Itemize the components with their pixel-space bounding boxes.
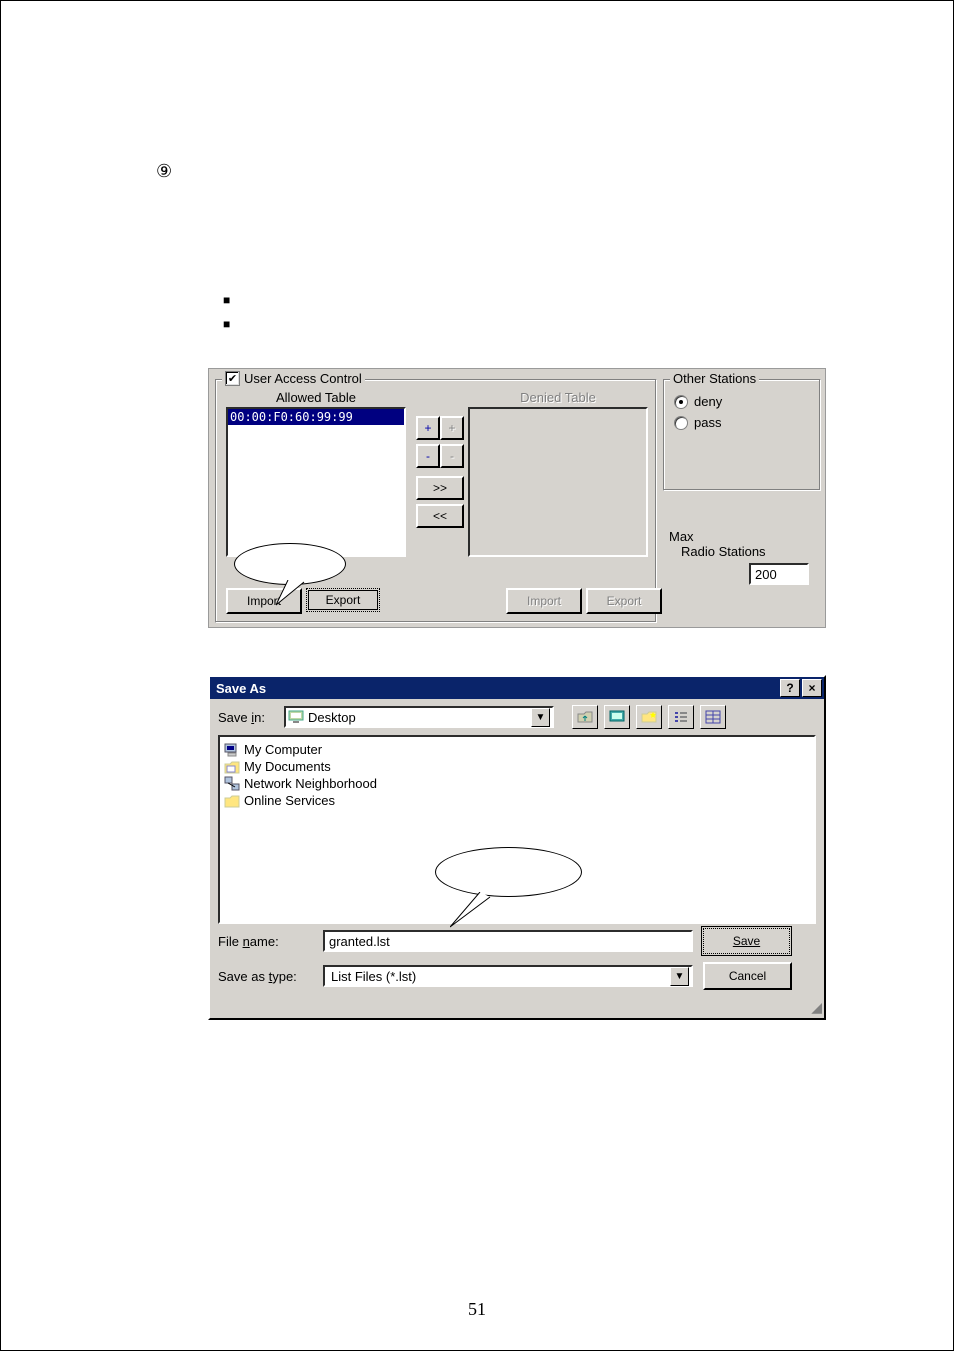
file-item-label: My Computer xyxy=(244,742,322,757)
desktop-icon xyxy=(288,709,304,725)
radio-deny-label: deny xyxy=(694,394,722,409)
filetype-label: Save as type: xyxy=(218,969,313,984)
add-denied-button: + xyxy=(440,416,464,440)
dropdown-arrow-icon[interactable]: ▼ xyxy=(670,967,689,986)
file-item-label: My Documents xyxy=(244,759,331,774)
file-item-online-services[interactable]: Online Services xyxy=(224,792,810,809)
file-item-network[interactable]: Network Neighborhood xyxy=(224,775,810,792)
remove-allowed-button[interactable]: - xyxy=(416,444,440,468)
file-item-my-documents[interactable]: My Documents xyxy=(224,758,810,775)
uac-checkbox[interactable]: ✔ xyxy=(225,371,240,386)
file-item-label: Online Services xyxy=(244,793,335,808)
file-list-area[interactable]: My Computer My Documents Network Neighbo… xyxy=(218,735,816,924)
dropdown-arrow-icon[interactable]: ▼ xyxy=(531,708,550,727)
uac-group-label: ✔ User Access Control xyxy=(222,371,365,386)
max-label2: Radio Stations xyxy=(669,544,819,559)
section-marker: ⑨ xyxy=(156,161,172,182)
bullet-item xyxy=(223,288,240,312)
uac-title: User Access Control xyxy=(244,371,362,386)
callout-tail xyxy=(276,580,316,610)
filename-input[interactable] xyxy=(323,930,693,952)
computer-icon xyxy=(224,742,240,758)
new-folder-icon[interactable] xyxy=(636,705,662,729)
resize-grip-icon[interactable]: ◢ xyxy=(811,999,822,1016)
remove-denied-button: - xyxy=(440,444,464,468)
callout-bubble xyxy=(435,847,582,897)
move-left-button[interactable]: << xyxy=(416,504,464,528)
folder-icon xyxy=(224,793,240,809)
up-folder-icon[interactable] xyxy=(572,705,598,729)
radio-pass[interactable]: pass xyxy=(674,415,810,430)
filetype-value: List Files (*.lst) xyxy=(331,969,416,984)
radio-deny[interactable]: deny xyxy=(674,394,810,409)
allowed-listbox[interactable]: 00:00:F0:60:99:99 xyxy=(226,407,406,557)
dialog-title: Save As xyxy=(216,681,266,696)
denied-export-button: Export xyxy=(586,588,662,614)
add-allowed-button[interactable]: + xyxy=(416,416,440,440)
file-item-label: Network Neighborhood xyxy=(244,776,377,791)
filetype-dropdown[interactable]: List Files (*.lst) ▼ xyxy=(323,965,693,987)
allowed-table-title: Allowed Table xyxy=(226,390,406,405)
mydocs-icon xyxy=(224,759,240,775)
titlebar-close-button[interactable]: × xyxy=(802,679,822,697)
allowed-item-selected[interactable]: 00:00:F0:60:99:99 xyxy=(228,409,404,425)
denied-import-button: Import xyxy=(506,588,582,614)
radio-pass-label: pass xyxy=(694,415,721,430)
callout-bubble xyxy=(234,543,346,585)
cancel-button[interactable]: Cancel xyxy=(703,962,792,990)
radio-dot-selected-icon xyxy=(674,395,688,409)
denied-table-title: Denied Table xyxy=(468,390,648,405)
denied-listbox xyxy=(468,407,648,557)
list-view-icon[interactable] xyxy=(668,705,694,729)
save-in-dropdown[interactable]: Desktop ▼ xyxy=(284,706,554,728)
save-as-dialog: Save As ? × Save in: Desktop ▼ My Com xyxy=(208,675,826,1020)
max-stations-block: Max Radio Stations xyxy=(669,529,819,585)
titlebar-help-button[interactable]: ? xyxy=(780,679,800,697)
save-in-value: Desktop xyxy=(308,710,356,725)
save-in-label: Save in: xyxy=(218,710,278,725)
callout-tail xyxy=(450,892,500,932)
details-view-icon[interactable] xyxy=(700,705,726,729)
max-stations-input[interactable] xyxy=(749,563,809,585)
max-label1: Max xyxy=(669,529,819,544)
other-stations-title: Other Stations xyxy=(670,371,759,386)
bullet-list xyxy=(223,288,240,336)
network-icon xyxy=(224,776,240,792)
save-button[interactable]: Save xyxy=(703,928,790,954)
bullet-item xyxy=(223,312,240,336)
user-access-control-panel: ✔ User Access Control Allowed Table 00:0… xyxy=(208,368,826,628)
radio-dot-icon xyxy=(674,416,688,430)
filename-label: File name: xyxy=(218,934,313,949)
page-number: 51 xyxy=(1,1299,953,1320)
allowed-export-button[interactable]: Export xyxy=(306,588,380,612)
desktop-shortcut-icon[interactable] xyxy=(604,705,630,729)
file-item-my-computer[interactable]: My Computer xyxy=(224,741,810,758)
move-right-button[interactable]: >> xyxy=(416,476,464,500)
